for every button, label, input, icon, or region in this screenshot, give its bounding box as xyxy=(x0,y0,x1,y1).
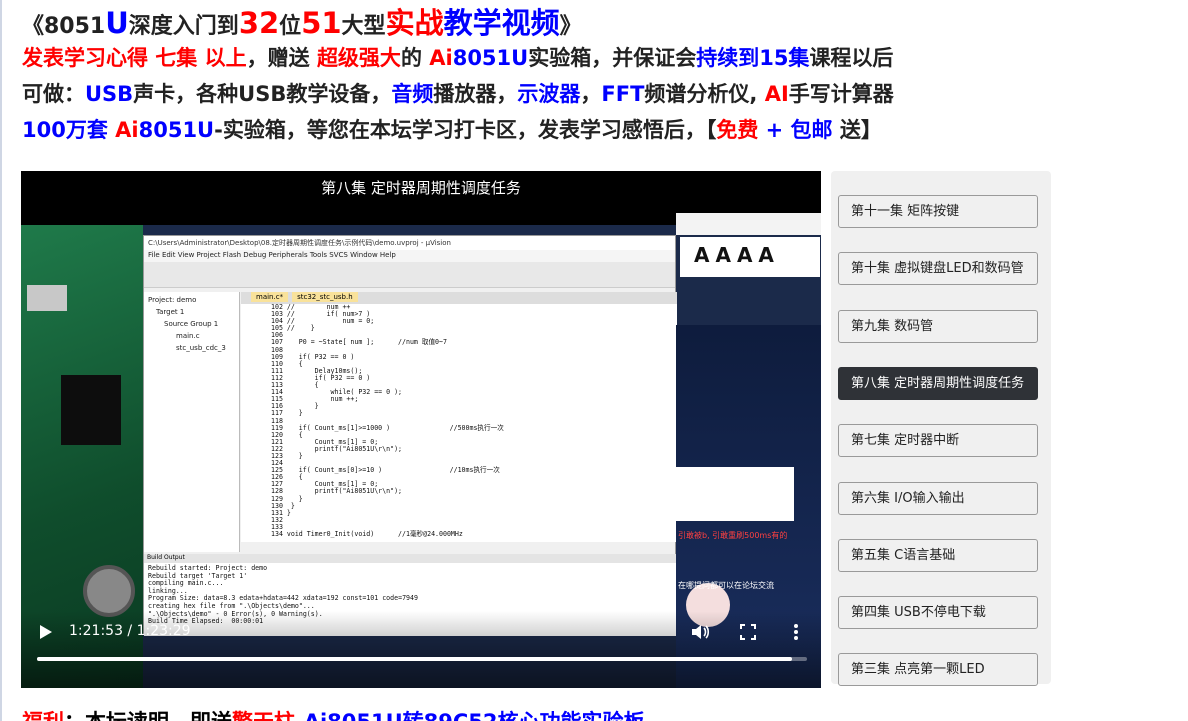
promo-text: ：本坛读明，即送 xyxy=(64,710,232,721)
font-styles-preview: AAAA xyxy=(680,237,820,277)
promo-text: 8051U xyxy=(452,46,529,70)
promo-text: 100万套 xyxy=(22,118,116,142)
ide-window: C:\Users\Administrator\Desktop\08.定时器周期性… xyxy=(143,235,677,636)
page-title: 《8051 U 深度入门到 32 位 51 大型 实战 教学视频 》 xyxy=(22,0,582,40)
promo-text: 福利 xyxy=(22,710,64,721)
ide-menubar: File Edit View Project Flash Debug Perip… xyxy=(144,250,675,262)
promo-text: ，赠送 xyxy=(246,46,317,70)
title-part: 位 xyxy=(279,14,302,39)
episode-item[interactable]: 第九集 数码管 xyxy=(838,309,1038,343)
promo-text: ， xyxy=(580,82,602,106)
promo-text: FFT xyxy=(601,82,645,106)
ide-titlebar: C:\Users\Administrator\Desktop\08.定时器周期性… xyxy=(144,236,675,250)
promo-text: 8051U xyxy=(138,118,215,142)
promo-line-2: 可做：USB声卡，各种USB教学设备，音频播放器，示波器，FFT频谱分析仪, A… xyxy=(22,78,894,108)
app-white-text: 在哪提问都可以在论坛交流 xyxy=(678,581,774,590)
promo-line-1: 发表学习心得 七集 以上，赠送 超级强大的 Ai8051U实验箱，并保证会持续到… xyxy=(22,42,893,72)
coin-battery xyxy=(83,565,135,617)
promo-text: 手写计算器 xyxy=(788,82,894,106)
promo-text: 可做： xyxy=(22,82,85,106)
ide-toolbar xyxy=(144,262,675,288)
promo-text: 频谱分析仪, xyxy=(644,82,765,106)
title-part: U xyxy=(105,6,129,40)
progress-fill xyxy=(37,657,793,661)
time-display: 1:21:53 / 1:23:29 xyxy=(69,623,191,639)
promo-text: 超级强大 xyxy=(316,46,401,70)
promo-text: 的 xyxy=(400,46,430,70)
promo-text: 示波器 xyxy=(517,82,581,106)
title-part: 深度入门到 xyxy=(128,14,239,39)
promo-text: 免费 xyxy=(716,118,759,142)
project-tree: Project: demo Target 1 Source Group 1 ma… xyxy=(144,292,240,552)
episode-item[interactable]: 第四集 USB不停电下载 xyxy=(838,596,1038,630)
promo-text: 送】 xyxy=(832,118,882,142)
app-panel xyxy=(676,467,794,521)
volume-icon[interactable] xyxy=(689,621,711,643)
promo-text: 播放器， xyxy=(433,82,518,106)
fullscreen-icon[interactable] xyxy=(737,621,759,643)
video-player[interactable]: 第八集 定时器周期性调度任务 C:\Users\Administrator\De… xyxy=(21,171,821,688)
episode-item[interactable]: 第十集 虚拟键盘LED和数码管 xyxy=(838,252,1038,286)
editor-tab: main.c* xyxy=(251,292,289,302)
title-part: 实战 xyxy=(385,6,444,40)
code-text: 102 // num ++ 103 // if( num>7 ) 104 // … xyxy=(271,303,504,538)
promo-text: USB xyxy=(85,82,134,106)
promo-text: AI xyxy=(764,82,789,106)
promo-text: 实验箱，并保证会 xyxy=(528,46,697,70)
project-node: Project: demo xyxy=(148,296,197,304)
promo-text: 课程以后 xyxy=(809,46,894,70)
promo-text: -实验箱，等您在本坛学习打卡区，发表学习感悟后，【 xyxy=(214,118,717,142)
promo-text: 包邮 xyxy=(790,118,833,142)
promo-text: 持续到15集 xyxy=(696,46,810,70)
project-node: Target 1 xyxy=(156,308,185,316)
episode-playlist: 第十一集 矩阵按键 第十集 虚拟键盘LED和数码管 第九集 数码管 第八集 定时器周期… xyxy=(831,171,1051,687)
promo-text: 发表学习心得 七集 以上 xyxy=(22,46,247,70)
project-node: Source Group 1 xyxy=(164,320,219,328)
promo-line-3: 100万套 Ai8051U-实验箱，等您在本坛学习打卡区，发表学习感悟后，【免费… xyxy=(22,114,882,144)
episode-item[interactable]: 第七集 定时器中断 xyxy=(838,424,1038,458)
code-editor: main.c* stc32_stc_usb.h 102 // num ++ 103… xyxy=(241,292,677,542)
play-icon[interactable] xyxy=(37,623,55,641)
editor-tab: stc32_stc_usb.h xyxy=(292,292,358,302)
episode-item[interactable]: 第六集 I/O输入输出 xyxy=(838,481,1038,515)
title-part: 》 xyxy=(559,14,582,39)
project-node: main.c xyxy=(176,332,200,340)
more-vertical-icon[interactable] xyxy=(785,621,807,643)
project-node: stc_usb_cdc_3 xyxy=(176,344,226,352)
app-topbar xyxy=(676,213,821,235)
left-border xyxy=(0,0,2,721)
promo-text: 音频 xyxy=(391,82,434,106)
promo-text: 声卡，各种USB教学设备， xyxy=(133,82,392,106)
promo-text: Ai xyxy=(429,46,453,70)
episode-item[interactable]: 第十一集 矩阵按键 xyxy=(838,195,1038,228)
promo-text: Ai xyxy=(115,118,139,142)
promo-text: -Ai8051U转89C52核心功能实验板 xyxy=(295,710,645,721)
episode-item[interactable]: 第五集 C语言基础 xyxy=(838,538,1038,572)
video-title: 第八集 定时器周期性调度任务 xyxy=(321,179,521,197)
episode-item[interactable]: 第八集 定时器周期性调度任务 xyxy=(838,366,1038,400)
build-output-title: Build Output xyxy=(144,554,677,563)
promo-text: + xyxy=(758,118,791,142)
title-part: 教学视频 xyxy=(443,6,560,40)
usb-port xyxy=(27,285,67,311)
progress-bar[interactable] xyxy=(37,657,807,661)
title-part: 32 xyxy=(238,6,280,40)
player-controls: 1:21:53 / 1:23:29 xyxy=(21,611,821,688)
promo-text: 擎天柱 xyxy=(232,710,295,721)
title-part: 大型 xyxy=(341,14,386,39)
episode-item[interactable]: 第三集 点亮第一颗LED xyxy=(838,653,1038,687)
title-part: 51 xyxy=(301,6,342,40)
mcu-chip xyxy=(61,375,121,445)
app-red-text: 引敢被b, 引敢重刷500ms有的 xyxy=(678,531,788,540)
title-part: 《8051 xyxy=(22,14,106,39)
promo-line-bottom: 福利：本坛读明，即送擎天柱-Ai8051U转89C52核心功能实验板 xyxy=(22,706,645,721)
